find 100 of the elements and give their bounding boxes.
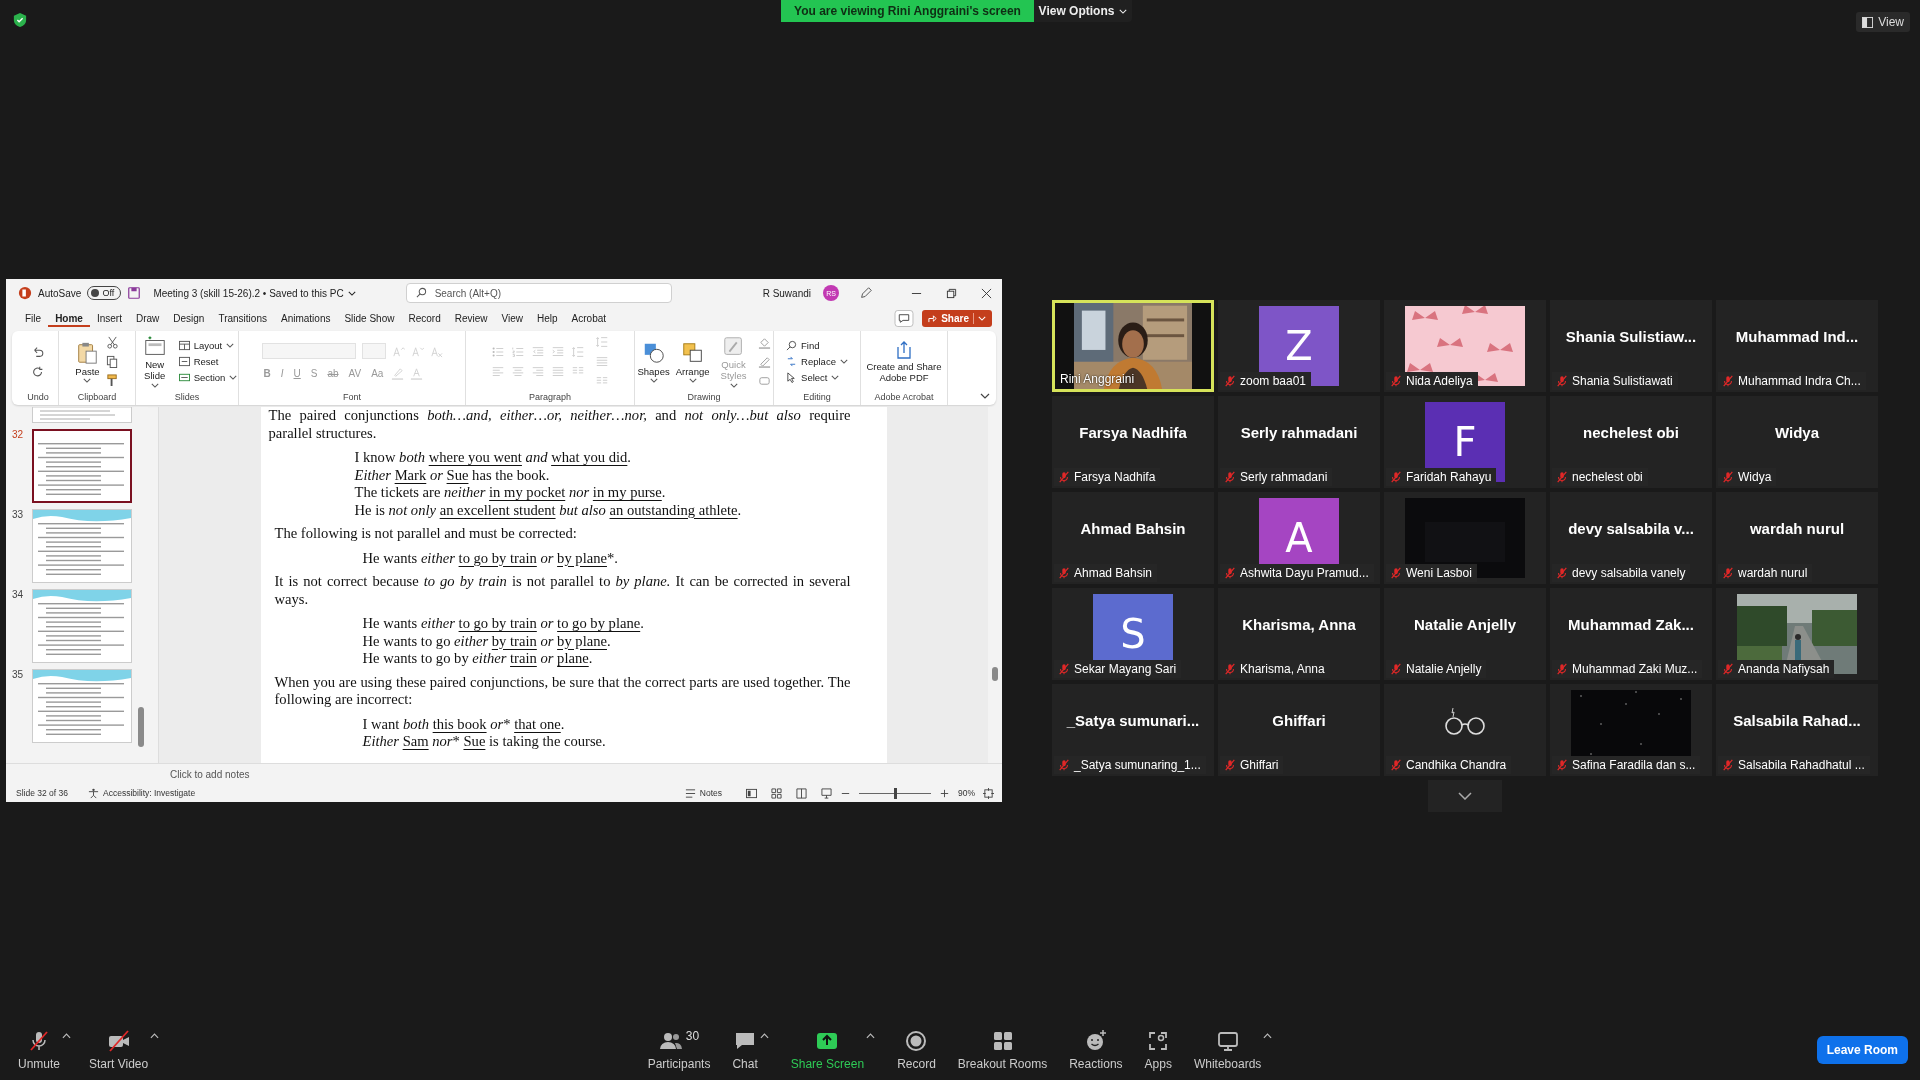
screen-share-banner: You are viewing Rini Anggraini's screen bbox=[781, 0, 1034, 22]
participant-display-name: nechelest obi bbox=[1583, 424, 1679, 441]
zoom-in-icon[interactable] bbox=[939, 787, 950, 799]
participant-tile[interactable]: Kharisma, Anna Kharisma, Anna bbox=[1218, 588, 1380, 680]
ribbon-tab[interactable]: Review bbox=[447, 309, 495, 327]
document-title[interactable]: Meeting 3 (skill 15-26).2 • Saved to this PC bbox=[153, 287, 356, 299]
participant-tile[interactable]: Ahmad Bahsin Ahmad Bahsin bbox=[1052, 492, 1214, 584]
toolbar-button[interactable]: 30 Participants bbox=[647, 1029, 711, 1071]
leave-room-button[interactable]: Leave Room bbox=[1816, 1036, 1908, 1064]
shapes-button[interactable]: Shapes bbox=[637, 340, 670, 383]
search-field[interactable]: Search (Alt+Q) bbox=[405, 283, 672, 303]
ribbon-tab[interactable]: Insert bbox=[89, 309, 129, 327]
participant-tile[interactable]: Safina Faradila dan s... bbox=[1550, 684, 1712, 776]
ribbon-tab[interactable]: Slide Show bbox=[337, 309, 402, 327]
slide-thumbnail[interactable] bbox=[32, 429, 132, 503]
caret-icon[interactable] bbox=[759, 1033, 769, 1039]
save-icon[interactable] bbox=[127, 286, 142, 300]
participant-tile[interactable]: Farsya Nadhifa Farsya Nadhifa bbox=[1052, 396, 1214, 488]
participant-tile[interactable]: F Faridah Rahayu bbox=[1384, 396, 1546, 488]
view-button[interactable]: View bbox=[1856, 12, 1910, 32]
ribbon-tab[interactable]: Transitions bbox=[211, 309, 274, 327]
participant-tile[interactable]: wardah nurul wardah nurul bbox=[1716, 492, 1878, 584]
toolbar-button[interactable]: Record bbox=[897, 1029, 936, 1071]
fit-to-window-icon[interactable] bbox=[983, 787, 994, 799]
ribbon-tab[interactable]: Design bbox=[166, 309, 212, 327]
collapse-ribbon-icon[interactable] bbox=[980, 393, 990, 399]
participant-tile[interactable]: S Sekar Mayang Sari bbox=[1052, 588, 1214, 680]
section-button[interactable]: Section bbox=[178, 372, 238, 383]
participant-tile[interactable]: Ghiffari Ghiffari bbox=[1218, 684, 1380, 776]
normal-view-icon[interactable] bbox=[746, 787, 757, 799]
participant-tile[interactable]: Shania Sulistiaw... Shania Sulistiawati bbox=[1550, 300, 1712, 392]
toolbar-button[interactable]: Start Video bbox=[89, 1029, 149, 1071]
reading-view-icon[interactable] bbox=[796, 787, 807, 799]
toolbar-button[interactable]: Breakout Rooms bbox=[957, 1029, 1048, 1071]
ribbon-tab[interactable]: Help bbox=[530, 309, 565, 327]
caret-icon[interactable] bbox=[866, 1033, 876, 1039]
notes-button[interactable]: Notes bbox=[684, 787, 722, 799]
participant-tile[interactable]: devy salsabila v... devy salsabila vanely bbox=[1550, 492, 1712, 584]
ribbon-tab[interactable]: Draw bbox=[128, 309, 167, 327]
participant-tile[interactable]: _Satya sumunari... _Satya sumunaring_1... bbox=[1052, 684, 1214, 776]
layout-icon bbox=[178, 340, 190, 351]
participant-tile[interactable]: Candhika Chandra bbox=[1384, 684, 1546, 776]
caret-icon bbox=[688, 377, 697, 383]
caret-icon[interactable] bbox=[1263, 1033, 1273, 1039]
select-button[interactable]: Select bbox=[786, 372, 840, 383]
scissors-icon[interactable] bbox=[105, 336, 119, 349]
toolbar-button[interactable]: Chat bbox=[732, 1029, 758, 1071]
paste-button[interactable]: Paste bbox=[75, 340, 100, 383]
participant-tile[interactable]: Salsabila Rahad... Salsabila Rahadhatul ... bbox=[1716, 684, 1878, 776]
ribbon-tab[interactable]: File bbox=[18, 309, 49, 327]
caret-icon[interactable] bbox=[62, 1033, 72, 1039]
shield-icon[interactable] bbox=[13, 12, 27, 28]
undo-icon[interactable] bbox=[31, 344, 45, 359]
create-pdf-button[interactable]: Create and Share Adobe PDF bbox=[864, 339, 944, 384]
participant-tile[interactable]: Nida Adeliya bbox=[1384, 300, 1546, 392]
toolbar-button[interactable]: Whiteboards bbox=[1193, 1029, 1262, 1071]
find-button[interactable]: Find bbox=[786, 340, 820, 351]
presentation-icon[interactable] bbox=[821, 787, 832, 799]
share-icon bbox=[928, 313, 938, 323]
scrollbar-thumb[interactable] bbox=[138, 707, 144, 747]
new-slide-button[interactable]: New Slide bbox=[136, 335, 173, 388]
toolbar-button[interactable]: Share Screen bbox=[790, 1029, 865, 1071]
participant-tile[interactable]: Muhammad Zak... Muhammad Zaki Muz... bbox=[1550, 588, 1712, 680]
caret-icon[interactable] bbox=[150, 1033, 160, 1039]
participant-tile[interactable]: Widya Widya bbox=[1716, 396, 1878, 488]
brush-icon[interactable] bbox=[105, 374, 119, 387]
muted-microphone-icon bbox=[1224, 567, 1236, 579]
replace-button[interactable]: Replace bbox=[786, 356, 848, 367]
view-options-button[interactable]: View Options bbox=[1034, 0, 1132, 22]
reset-button[interactable]: Reset bbox=[178, 356, 219, 367]
ribbon-tab[interactable]: Home bbox=[48, 309, 90, 327]
ribbon-tab[interactable]: Record bbox=[401, 309, 448, 327]
participant-tile[interactable]: Serly rahmadani Serly rahmadani bbox=[1218, 396, 1380, 488]
toolbar-button[interactable]: Reactions bbox=[1069, 1029, 1123, 1071]
participant-tile[interactable]: A Ashwita Dayu Pramud... bbox=[1218, 492, 1380, 584]
share-button[interactable]: Share bbox=[922, 309, 992, 327]
scrollbar-thumb[interactable] bbox=[992, 667, 998, 681]
ribbon-tab[interactable]: Animations bbox=[273, 309, 338, 327]
arrange-button[interactable]: Arrange bbox=[675, 340, 710, 383]
close-icon[interactable] bbox=[981, 287, 992, 299]
comment-icon[interactable] bbox=[894, 309, 915, 327]
ribbon-tab[interactable]: View bbox=[494, 309, 530, 327]
zoom-percent[interactable]: 90% bbox=[958, 788, 975, 798]
toolbar-button[interactable]: Unmute bbox=[18, 1029, 61, 1071]
grid-view-icon[interactable] bbox=[771, 787, 782, 799]
ribbon-tab[interactable]: Acrobat bbox=[564, 309, 614, 327]
participant-tile[interactable]: Weni Lasboi bbox=[1384, 492, 1546, 584]
layout-button[interactable]: Layout bbox=[178, 340, 235, 351]
accessibility-status[interactable]: Accessibility: Investigate bbox=[88, 787, 196, 799]
participant-tile[interactable]: Muhammad Ind... Muhammad Indra Ch... bbox=[1716, 300, 1878, 392]
participant-tile[interactable]: Ananda Nafiysah bbox=[1716, 588, 1878, 680]
restore-icon[interactable] bbox=[946, 287, 957, 299]
participant-tile[interactable]: Z zoom baa01 bbox=[1218, 300, 1380, 392]
repeat-icon[interactable] bbox=[31, 364, 45, 379]
copy-icon[interactable] bbox=[105, 355, 119, 368]
caret-icon bbox=[1119, 8, 1128, 14]
pen-icon[interactable] bbox=[859, 286, 873, 300]
participant-tile[interactable]: Natalie Anjelly Natalie Anjelly bbox=[1384, 588, 1546, 680]
participant-tile[interactable]: nechelest obi nechelest obi bbox=[1550, 396, 1712, 488]
toolbar-button[interactable]: Apps bbox=[1144, 1029, 1172, 1071]
